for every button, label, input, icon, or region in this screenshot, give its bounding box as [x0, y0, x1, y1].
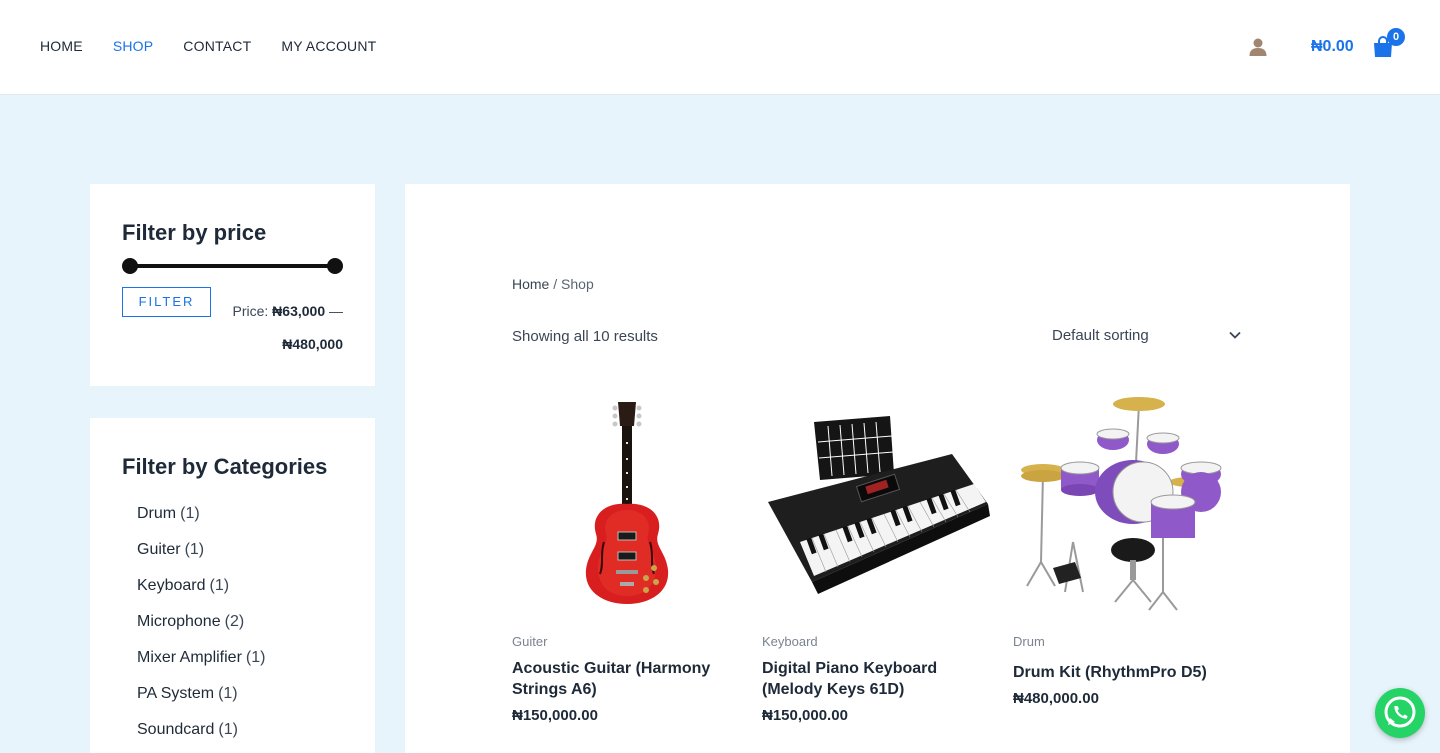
price-range-label: Price: ₦63,000 — ₦480,000 [183, 295, 343, 361]
nav-contact[interactable]: CONTACT [183, 38, 251, 54]
sorting-select[interactable]: Default sorting [1052, 322, 1242, 350]
price-slider-track[interactable] [130, 264, 335, 268]
category-filter-widget: Filter by Categories Drum (1) Guiter (1) K… [90, 418, 375, 753]
category-label[interactable]: PA System [137, 685, 214, 702]
price-separator: — [329, 303, 343, 319]
nav-my-account[interactable]: MY ACCOUNT [281, 38, 376, 54]
nav-shop[interactable]: SHOP [113, 38, 153, 54]
product-card[interactable]: Guiter Acoustic Guitar (Harmony Strings … [512, 392, 742, 724]
category-label[interactable]: Mixer Amplifier [137, 649, 242, 666]
category-label[interactable]: Drum [137, 505, 176, 522]
black-keyboard-image [768, 416, 990, 594]
product-card[interactable]: Keyboard Digital Piano Keyboard (Melody … [762, 392, 992, 724]
price-prefix: Price: [232, 303, 269, 319]
product-title[interactable]: Acoustic Guitar (Harmony Strings A6) [512, 658, 742, 700]
category-count: (1) [184, 541, 205, 558]
product-image-guitar[interactable] [512, 392, 742, 612]
category-item[interactable]: Mixer Amplifier (1) [137, 648, 265, 684]
price-slider-min-handle[interactable] [122, 258, 138, 274]
price-max-value: ₦480,000 [282, 336, 343, 352]
price-filter-widget: Filter by price FILTER Price: ₦63,000 — … [90, 184, 375, 386]
purple-drum-kit-image [1021, 397, 1222, 611]
category-label[interactable]: Keyboard [137, 577, 206, 594]
category-label[interactable]: Soundcard [137, 721, 214, 738]
category-item[interactable]: Guiter (1) [137, 540, 265, 576]
category-item[interactable]: PA System (1) [137, 684, 265, 720]
category-count: (1) [218, 685, 238, 702]
price-slider-max-handle[interactable] [327, 258, 343, 274]
category-label[interactable]: Guiter [137, 541, 181, 558]
product-price: ₦150,000.00 [762, 707, 848, 724]
product-title[interactable]: Drum Kit (RhythmPro D5) [1013, 662, 1243, 683]
category-count: (2) [224, 613, 245, 630]
product-category[interactable]: Keyboard [762, 634, 992, 649]
breadcrumb: Home / Shop [512, 276, 594, 292]
breadcrumb-home[interactable]: Home [512, 276, 549, 292]
category-label[interactable]: Microphone [137, 613, 221, 630]
price-filter-title: Filter by price [122, 220, 267, 245]
cart-total[interactable]: ₦0.00 [1311, 38, 1354, 56]
product-price: ₦480,000.00 [1013, 690, 1099, 707]
category-filter-title: Filter by Categories [122, 454, 328, 479]
main-nav: HOME SHOP CONTACT MY ACCOUNT [40, 38, 376, 54]
user-icon[interactable] [1248, 37, 1268, 57]
product-price: ₦150,000.00 [512, 707, 598, 724]
category-count: (1) [245, 649, 266, 666]
breadcrumb-current: Shop [561, 276, 594, 292]
whatsapp-icon [1384, 696, 1416, 728]
category-item[interactable]: Keyboard (1) [137, 576, 265, 612]
product-card[interactable]: Drum Drum Kit (RhythmPro D5) ₦480,000.00 [1013, 392, 1243, 707]
nav-home[interactable]: HOME [40, 38, 83, 54]
price-min-value: ₦63,000 [272, 303, 326, 319]
category-count: (1) [209, 577, 230, 594]
shop-main: Home / Shop Showing all 10 results Defau… [405, 184, 1350, 753]
chevron-down-icon [1229, 331, 1241, 339]
category-list: Drum (1) Guiter (1) Keyboard (1) Microphone… [137, 504, 265, 753]
result-count: Showing all 10 results [512, 328, 658, 345]
product-category[interactable]: Drum [1013, 634, 1243, 649]
red-electric-guitar-image [585, 402, 669, 604]
category-count: (1) [180, 505, 200, 522]
product-image-drum-kit[interactable] [1013, 392, 1243, 612]
product-category[interactable]: Guiter [512, 634, 742, 649]
site-header: HOME SHOP CONTACT MY ACCOUNT ₦0.00 0 [0, 0, 1440, 95]
product-title[interactable]: Digital Piano Keyboard (Melody Keys 61D) [762, 658, 992, 700]
sorting-selected-value: Default sorting [1052, 327, 1149, 344]
breadcrumb-separator: / [549, 276, 562, 292]
category-item[interactable]: Soundcard (1) [137, 720, 265, 753]
category-item[interactable]: Drum (1) [137, 504, 265, 540]
whatsapp-button[interactable] [1375, 688, 1425, 738]
category-item[interactable]: Microphone (2) [137, 612, 265, 648]
category-count: (1) [218, 721, 238, 738]
cart-count-badge: 0 [1387, 28, 1405, 46]
product-image-keyboard[interactable] [762, 392, 992, 612]
